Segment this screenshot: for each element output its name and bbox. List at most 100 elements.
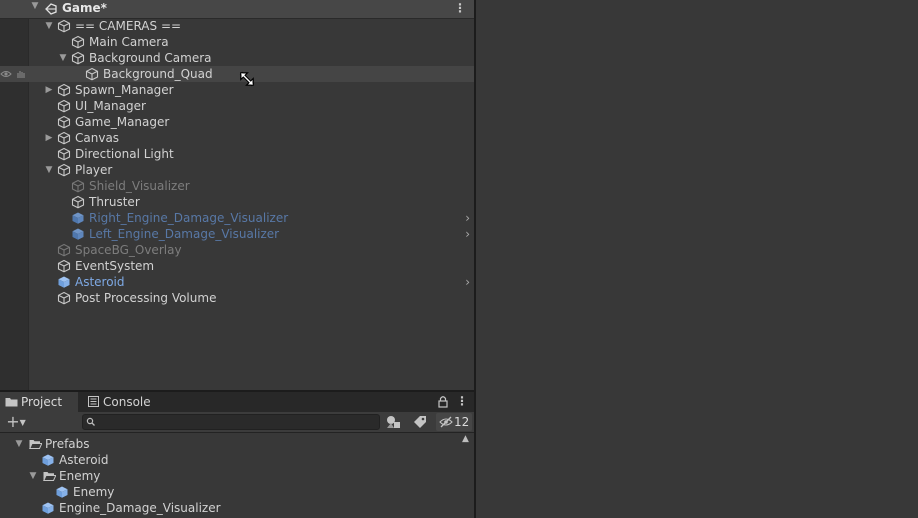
tab-label: Project xyxy=(21,395,63,409)
hierarchy-item-cameras[interactable]: ▼ == CAMERAS == xyxy=(0,18,474,34)
hierarchy-item-main-camera[interactable]: Main Camera xyxy=(0,34,474,50)
hierarchy-item-asteroid[interactable]: Asteroid › xyxy=(0,274,474,290)
search-input[interactable] xyxy=(82,414,380,430)
gameobject-cube-icon xyxy=(57,131,71,145)
hierarchy-item-player[interactable]: ▼ Player xyxy=(0,162,474,178)
project-item-label: Enemy xyxy=(59,469,101,483)
hierarchy-item-canvas[interactable]: ▶ Canvas xyxy=(0,130,474,146)
hierarchy-item-label: Shield_Visualizer xyxy=(89,179,190,193)
project-item-label: Enemy xyxy=(73,485,115,499)
expand-down-icon[interactable]: ▼ xyxy=(28,468,38,484)
gameobject-cube-icon xyxy=(57,147,71,161)
scene-title: Game* xyxy=(62,1,107,15)
expand-down-icon[interactable]: ▼ xyxy=(58,50,68,66)
tab-label: Console xyxy=(103,395,151,409)
folder-open-icon xyxy=(43,472,56,481)
chevron-right-icon[interactable]: › xyxy=(465,226,470,242)
hierarchy-item-ui-manager[interactable]: UI_Manager xyxy=(0,98,474,114)
hierarchy-item-label: Spawn_Manager xyxy=(75,83,174,97)
prefab-cube-icon xyxy=(42,502,54,514)
hierarchy-item-directional-light[interactable]: Directional Light xyxy=(0,146,474,162)
hierarchy-item-eventsystem[interactable]: EventSystem xyxy=(0,258,474,274)
project-tree: ▼ Prefabs Asteroid ▼ Enemy Enemy Engine_… xyxy=(0,433,474,518)
hierarchy-item-label: Background Camera xyxy=(89,51,212,65)
expand-down-icon[interactable]: ▼ xyxy=(44,162,54,178)
hierarchy-item-label: Game_Manager xyxy=(75,115,170,129)
project-toolbar: +▼ 12 xyxy=(0,412,474,433)
hierarchy-item-label: Main Camera xyxy=(89,35,169,49)
scene-header-row[interactable]: ▼ Game* ⋮ xyxy=(0,0,474,19)
hierarchy-item-game-manager[interactable]: Game_Manager xyxy=(0,114,474,130)
hierarchy-item-background-camera[interactable]: ▼ Background Camera xyxy=(0,50,474,66)
expand-right-icon[interactable]: ▶ xyxy=(44,82,54,98)
search-icon xyxy=(86,417,95,426)
unity-scene-icon xyxy=(45,3,57,15)
lock-icon[interactable] xyxy=(438,395,448,408)
chevron-right-icon[interactable]: › xyxy=(465,210,470,226)
project-item-label: Engine_Damage_Visualizer xyxy=(59,501,221,515)
hierarchy-item-post-processing-volume[interactable]: Post Processing Volume xyxy=(0,290,474,306)
gameobject-cube-icon xyxy=(71,35,85,49)
hidden-count: 12 xyxy=(454,415,470,429)
project-item-enemy[interactable]: Enemy xyxy=(0,484,474,500)
prefab-cube-icon xyxy=(58,276,70,288)
project-item-asteroid[interactable]: Asteroid xyxy=(0,452,474,468)
resize-cursor-icon xyxy=(239,71,255,87)
hierarchy-item-label: Canvas xyxy=(75,131,120,145)
gameobject-cube-icon xyxy=(71,195,85,209)
hierarchy-item-label: Player xyxy=(75,163,113,177)
hierarchy-item-label: Right_Engine_Damage_Visualizer xyxy=(89,211,289,225)
hierarchy-item-shield-visualizer[interactable]: Shield_Visualizer xyxy=(0,178,474,194)
gameobject-cube-icon xyxy=(57,259,71,273)
hierarchy-item-label: Background_Quad xyxy=(103,67,213,81)
gameobject-cube-icon xyxy=(85,67,99,81)
more-options-icon[interactable]: ⋮ xyxy=(456,394,468,408)
gameobject-cube-icon xyxy=(57,163,71,177)
hierarchy-item-label: Left_Engine_Damage_Visualizer xyxy=(89,227,280,241)
left-panel: ▼ Game* ⋮ ▼ == CAMERAS == Main Camera ▼ … xyxy=(0,0,474,518)
tab-project[interactable]: Project xyxy=(0,392,78,412)
project-item-enemy-folder[interactable]: ▼ Enemy xyxy=(0,468,474,484)
gameobject-cube-icon xyxy=(57,243,71,257)
project-item-prefabs[interactable]: ▼ Prefabs xyxy=(0,436,474,452)
hierarchy-item-thruster[interactable]: Thruster xyxy=(0,194,474,210)
gameobject-cube-icon xyxy=(71,51,85,65)
hierarchy-item-label: Directional Light xyxy=(75,147,174,161)
pickable-hand-icon[interactable] xyxy=(15,69,27,79)
hierarchy-item-label: == CAMERAS == xyxy=(75,19,182,33)
expand-down-icon[interactable]: ▼ xyxy=(14,436,24,452)
search-by-type-icon[interactable] xyxy=(386,415,402,429)
create-dropdown-button[interactable]: +▼ xyxy=(3,413,29,431)
hierarchy-panel: ▼ Game* ⋮ ▼ == CAMERAS == Main Camera ▼ … xyxy=(0,0,474,390)
expand-down-icon[interactable]: ▼ xyxy=(30,1,40,17)
prefab-cube-icon xyxy=(72,228,84,240)
hierarchy-item-spacebg-overlay[interactable]: SpaceBG_Overlay xyxy=(0,242,474,258)
chevron-down-icon: ▼ xyxy=(19,418,26,427)
project-item-label: Prefabs xyxy=(45,437,90,451)
scroll-up-icon[interactable]: ▲ xyxy=(462,434,469,444)
hierarchy-item-left-engine-damage-visualizer[interactable]: Left_Engine_Damage_Visualizer › xyxy=(0,226,474,242)
console-icon xyxy=(88,396,99,407)
hierarchy-item-label: UI_Manager xyxy=(75,99,146,113)
expand-down-icon[interactable]: ▼ xyxy=(44,18,54,34)
chevron-right-icon[interactable]: › xyxy=(465,274,470,290)
folder-open-icon xyxy=(29,440,42,449)
prefab-cube-icon xyxy=(42,454,54,466)
visibility-eye-icon[interactable] xyxy=(0,69,12,79)
hierarchy-item-label: Asteroid xyxy=(75,275,125,289)
gameobject-cube-icon xyxy=(57,291,71,305)
project-item-label: Asteroid xyxy=(59,453,109,467)
hierarchy-item-right-engine-damage-visualizer[interactable]: Right_Engine_Damage_Visualizer › xyxy=(0,210,474,226)
hidden-packages-toggle[interactable]: 12 xyxy=(436,413,472,431)
hierarchy-item-background-quad[interactable]: Background_Quad xyxy=(0,66,474,82)
tab-console[interactable]: Console xyxy=(82,392,162,412)
project-item-engine-damage-visualizer[interactable]: Engine_Damage_Visualizer xyxy=(0,500,474,516)
hierarchy-item-spawn-manager[interactable]: ▶ Spawn_Manager xyxy=(0,82,474,98)
tag-icon[interactable] xyxy=(413,415,427,429)
gameobject-cube-icon xyxy=(57,115,71,129)
more-options-icon[interactable]: ⋮ xyxy=(454,1,466,15)
prefab-cube-icon xyxy=(56,486,68,498)
expand-right-icon[interactable]: ▶ xyxy=(44,130,54,146)
hierarchy-item-label: EventSystem xyxy=(75,259,155,273)
right-panel-empty xyxy=(476,0,918,518)
